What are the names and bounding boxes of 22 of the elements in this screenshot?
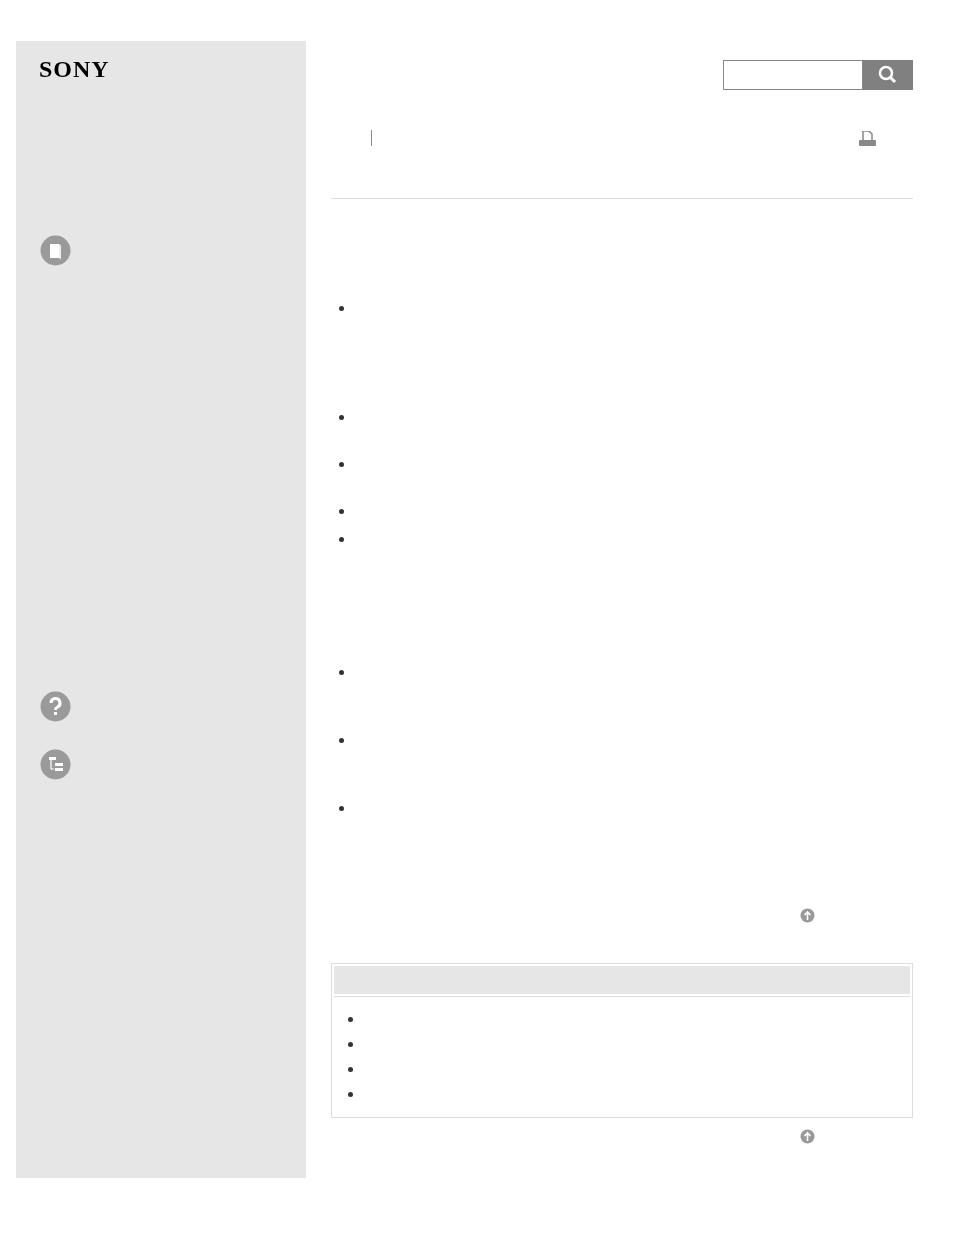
tree-icon[interactable] <box>40 749 71 780</box>
search-icon <box>878 65 898 85</box>
back-to-top-icon[interactable] <box>800 1129 815 1144</box>
bullet-icon <box>339 738 344 743</box>
help-icon[interactable] <box>40 691 71 722</box>
bullet-icon <box>348 1067 353 1072</box>
search-button[interactable] <box>863 60 913 90</box>
bullet-icon <box>339 537 344 542</box>
bullet-icon <box>348 1042 353 1047</box>
book-icon[interactable] <box>40 235 71 266</box>
bullet-icon <box>339 462 344 467</box>
bullet-icon <box>348 1092 353 1097</box>
search-field[interactable] <box>723 60 863 90</box>
bullet-icon <box>339 670 344 675</box>
bullet-icon <box>339 509 344 514</box>
back-to-top-icon[interactable] <box>800 908 815 923</box>
bullet-icon <box>348 1017 353 1022</box>
logo[interactable]: SONY <box>39 56 110 82</box>
bullet-icon <box>339 306 344 311</box>
printer-icon[interactable] <box>859 130 876 146</box>
bullet-icon <box>339 806 344 811</box>
bullet-icon <box>339 415 344 420</box>
